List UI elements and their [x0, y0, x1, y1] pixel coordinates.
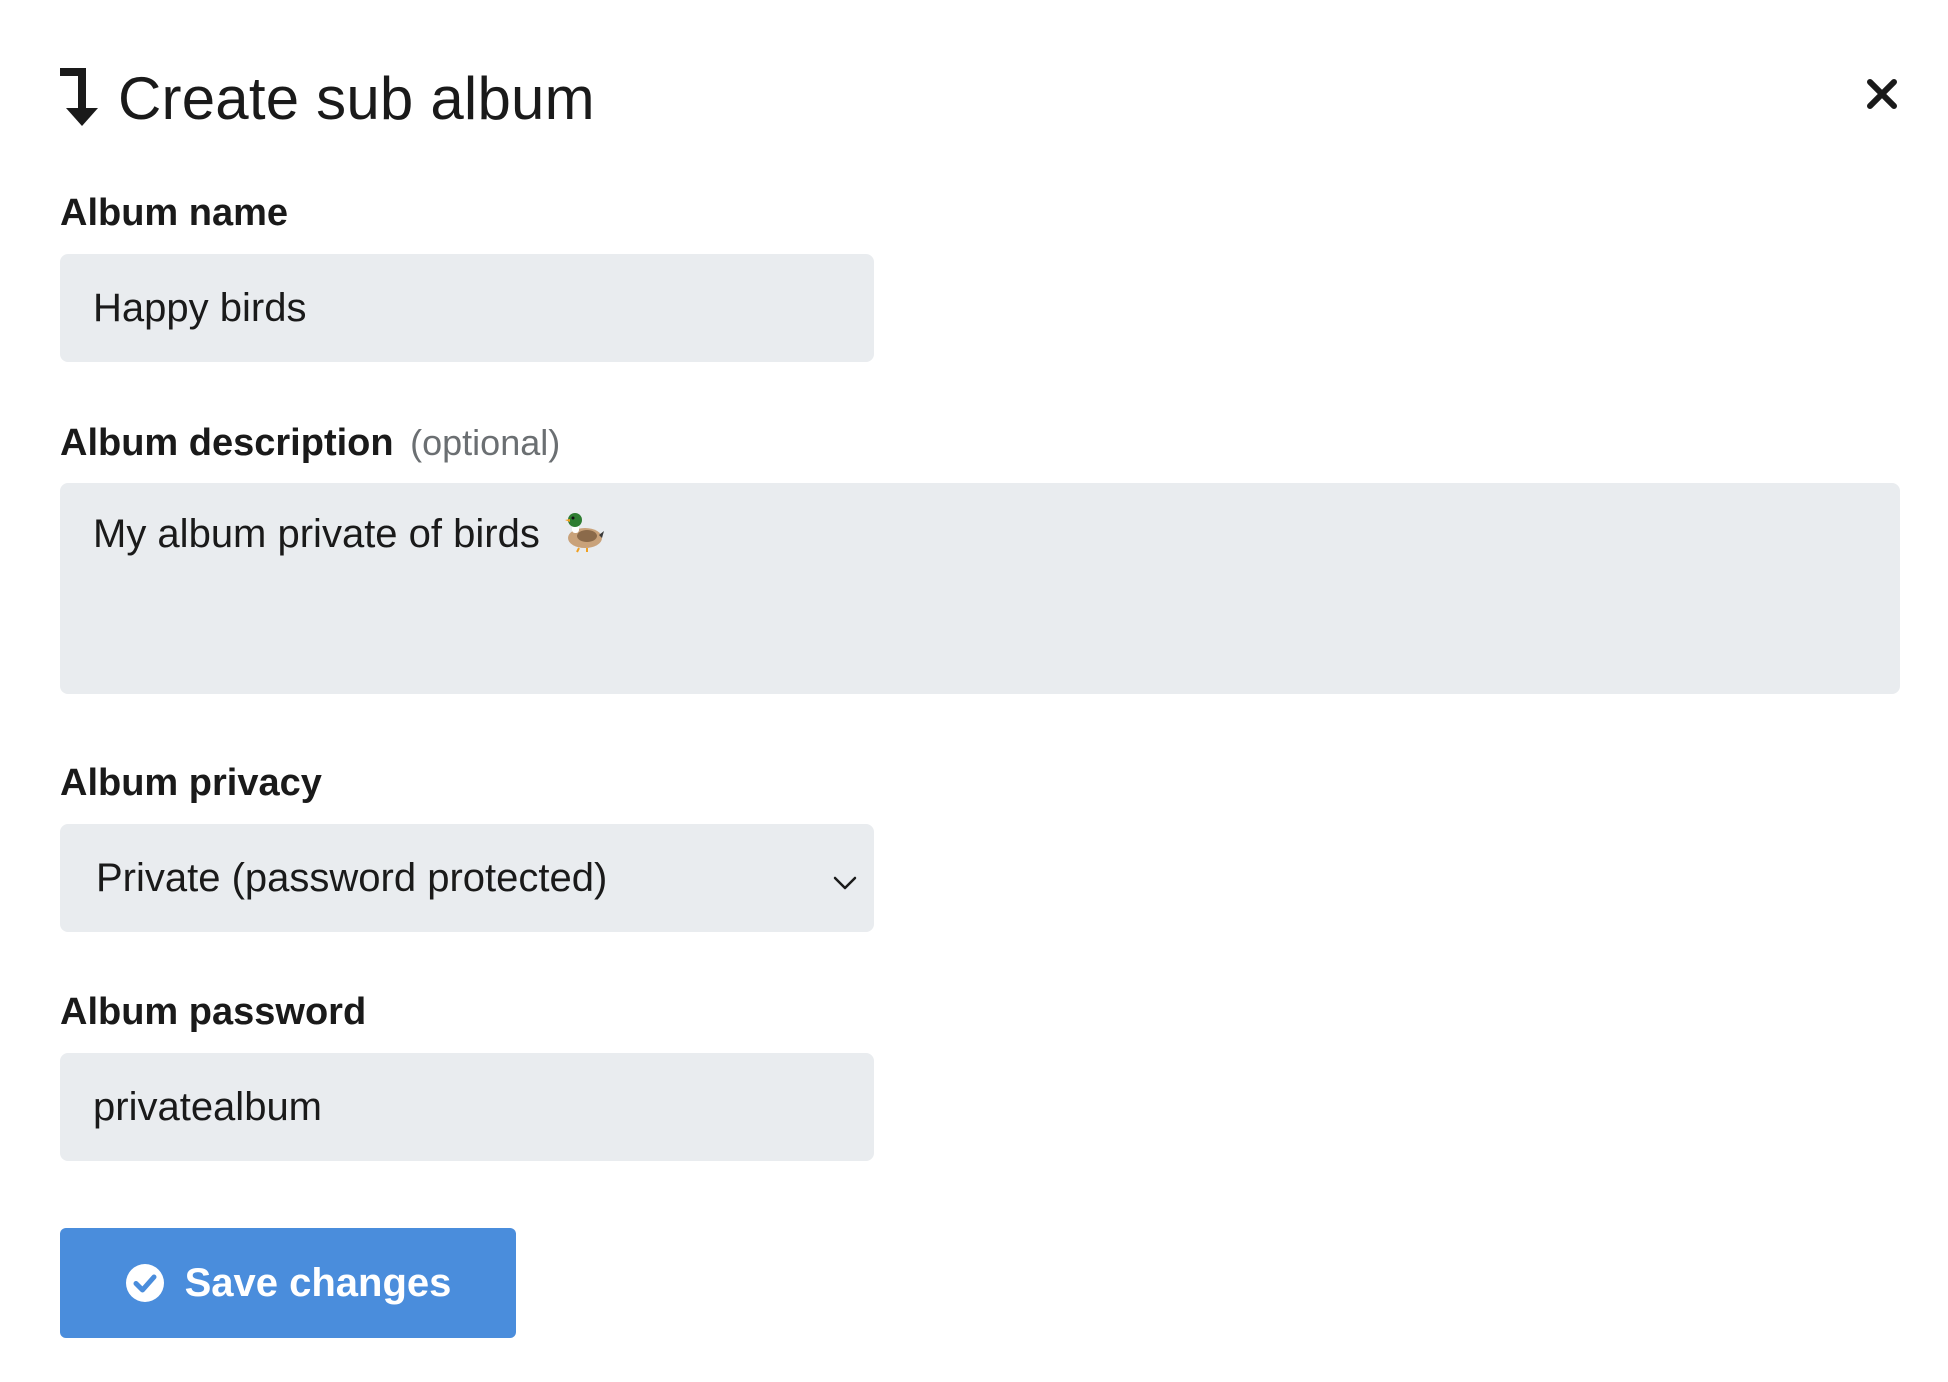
close-button[interactable]	[1860, 74, 1904, 118]
arrow-down-turn-icon	[60, 66, 102, 130]
album-name-label: Album name	[60, 192, 288, 235]
album-password-input[interactable]: privatealbum	[60, 1053, 874, 1161]
album-description-label-text: Album description	[60, 422, 394, 464]
close-icon	[1866, 78, 1898, 115]
album-privacy-label: Album privacy	[60, 762, 322, 805]
album-privacy-select[interactable]: Private (password protected)	[60, 824, 874, 932]
chevron-down-icon	[830, 863, 860, 893]
album-name-input[interactable]: Happy birds	[60, 254, 874, 362]
check-circle-icon	[125, 1263, 165, 1303]
album-password-label: Album password	[60, 991, 366, 1034]
album-privacy-label-text: Album privacy	[60, 762, 322, 804]
album-password-value: privatealbum	[93, 1084, 323, 1129]
album-name-value: Happy birds	[93, 285, 307, 330]
optional-hint: (optional)	[410, 422, 561, 463]
album-description-textarea[interactable]: My album private of birds	[60, 483, 1900, 694]
album-name-label-text: Album name	[60, 192, 289, 234]
dialog-header: Create sub album	[60, 58, 595, 138]
save-changes-button[interactable]: Save changes	[60, 1228, 516, 1338]
duck-emoji-icon	[561, 511, 605, 553]
create-sub-album-dialog: Create sub album Album name Happy birds …	[0, 0, 1948, 1382]
album-description-value: My album private of birds	[93, 512, 540, 556]
save-changes-label: Save changes	[184, 1260, 452, 1305]
album-description-label: Album description (optional)	[60, 422, 560, 465]
album-privacy-selected: Private (password protected)	[96, 855, 608, 900]
dialog-title: Create sub album	[118, 64, 595, 132]
album-password-label-text: Album password	[60, 991, 367, 1033]
